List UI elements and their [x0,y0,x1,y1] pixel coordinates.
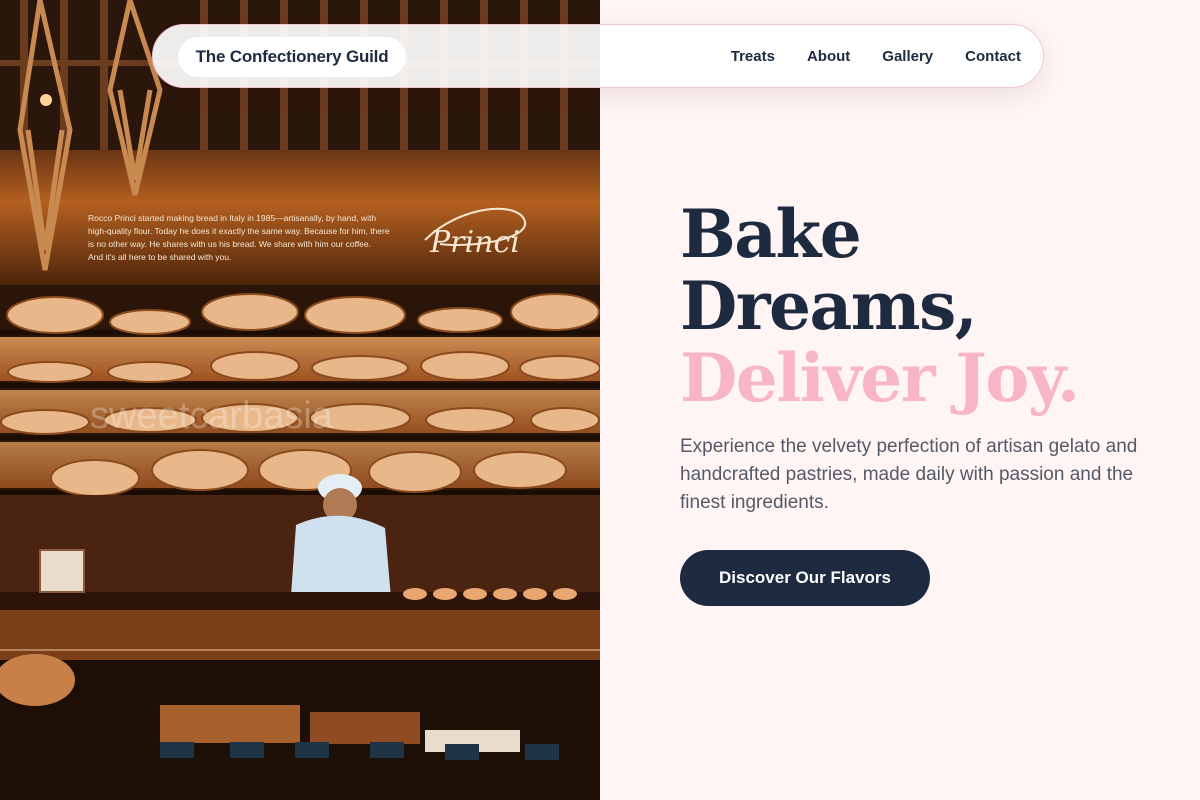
bakery-counter-image: Rocco Princi started making bread in Ita… [0,0,600,800]
brand-logo[interactable]: The Confectionery Guild [178,37,406,77]
headline-line-2: Dreams, [680,267,978,345]
hero-intro-text: Experience the velvety perfection of art… [680,436,1138,513]
headline-line-1: Bake [680,195,862,273]
top-navbar: The Confectionery Guild Treats About Gal… [152,24,1044,88]
nav-link-treats[interactable]: Treats [731,48,775,65]
headline-accent-line: Deliver Joy. [680,339,1080,417]
signature-logo: Princi [429,225,520,260]
hero-headline: Bake Dreams, Deliver Joy. [680,195,1080,417]
hero-section: Bake Dreams, Deliver Joy. Experience the… [600,0,1200,800]
nav-link-contact[interactable]: Contact [965,48,1021,65]
nav-link-about[interactable]: About [807,48,850,65]
discover-flavors-button[interactable]: Discover Our Flavors [680,550,930,606]
hero-photo: Rocco Princi started making bread in Ita… [0,0,600,800]
watermark-text: sweetcarbasia [90,395,334,437]
nav-links: Treats About Gallery Contact [731,25,1021,87]
nav-link-gallery[interactable]: Gallery [882,48,933,65]
